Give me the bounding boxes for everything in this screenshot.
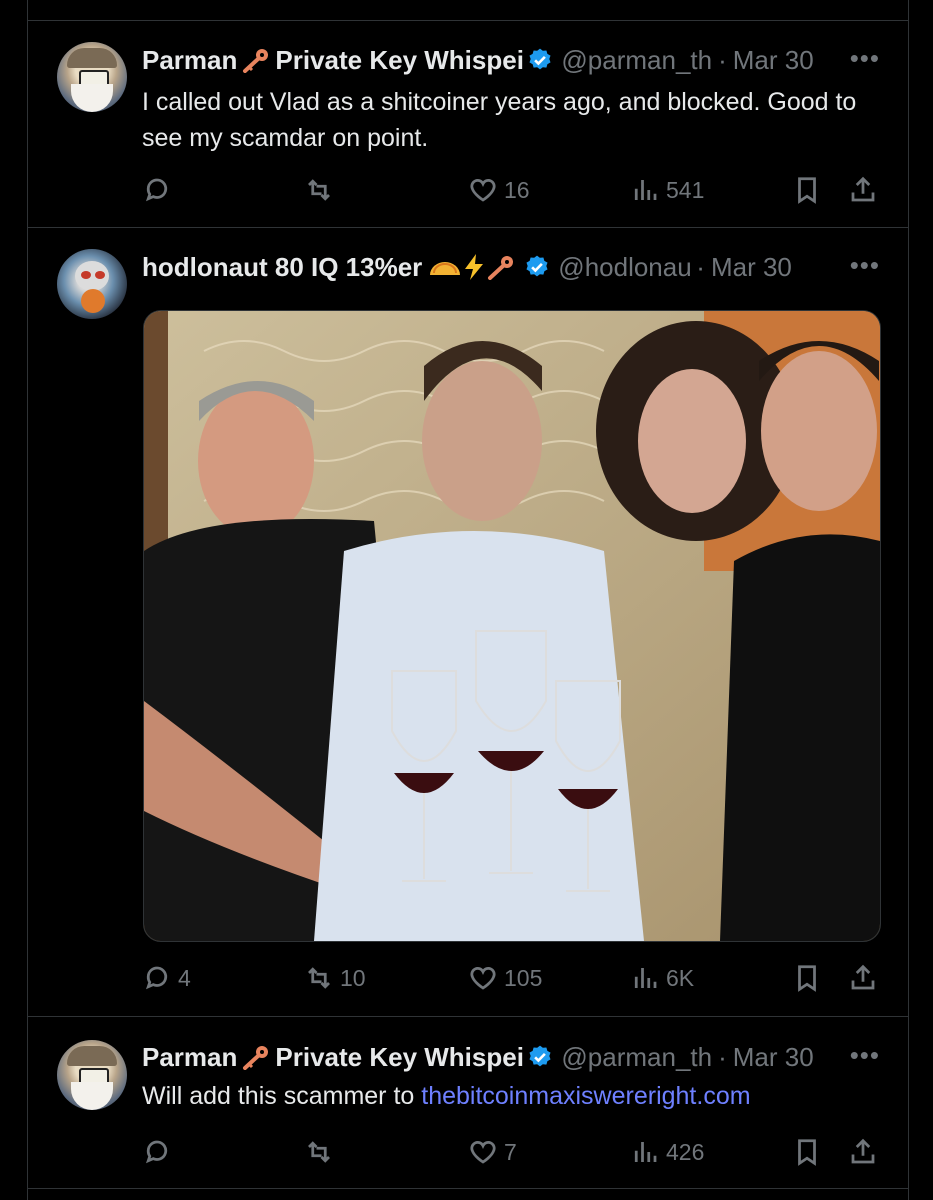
timeline: Parman Private Key Whispei @parman_th · …	[27, 0, 909, 1200]
like-icon	[470, 1141, 496, 1164]
verified-badge-icon	[526, 255, 548, 277]
author-name[interactable]: Parman	[142, 1042, 237, 1073]
author-name[interactable]: hodlonaut 80 IQ 13%er	[142, 252, 422, 283]
avatar-parman[interactable]	[57, 42, 127, 112]
share-button[interactable]	[848, 170, 878, 210]
tweet-header: hodlonaut 80 IQ 13%er @hodlonau · Mar 30…	[142, 250, 880, 284]
tweet-3[interactable]: Parman Private Key Whispei @parman_th · …	[28, 1016, 908, 1188]
author-handle[interactable]: @parman_th	[561, 1042, 712, 1073]
key-icon	[241, 47, 271, 73]
views-icon	[634, 968, 657, 988]
verified-badge-icon	[529, 1045, 551, 1067]
repost-button[interactable]	[304, 170, 340, 210]
share-button[interactable]	[848, 1132, 878, 1172]
bookmark-button[interactable]	[792, 170, 822, 210]
tweet-actions: 7 426	[142, 1132, 880, 1172]
separator-dot: ·	[696, 251, 705, 282]
author-handle[interactable]: @parman_th	[561, 45, 712, 76]
like-icon	[470, 967, 496, 990]
views-icon	[634, 180, 657, 200]
avatar-hodlonaut[interactable]	[57, 249, 127, 319]
reply-count: 4	[178, 964, 191, 991]
lightning-emoji	[465, 254, 484, 280]
like-button[interactable]: 7	[468, 1132, 517, 1172]
tweet-photo[interactable]	[143, 310, 881, 942]
share-icon	[851, 176, 875, 202]
repost-button[interactable]: 10	[304, 958, 366, 998]
verified-badge-icon	[529, 48, 551, 70]
reply-icon	[145, 178, 168, 202]
views-button[interactable]: 541	[630, 170, 704, 210]
like-button[interactable]: 105	[468, 958, 542, 998]
repost-button[interactable]	[304, 1132, 340, 1172]
bookmark-icon	[798, 177, 816, 204]
tweet-actions: 16 541	[142, 170, 880, 210]
more-options-button[interactable]: •••	[850, 250, 880, 281]
tweet-text-prefix: Will add this scammer to	[142, 1082, 422, 1110]
bookmark-button[interactable]	[792, 1132, 822, 1172]
views-count: 541	[666, 176, 705, 203]
like-count: 16	[504, 176, 530, 203]
repost-icon	[308, 179, 330, 201]
repost-icon	[308, 967, 330, 989]
tweet-link[interactable]: thebitcoinmaxiswereright.com	[421, 1082, 750, 1110]
tweet-actions: 4 10 105 6K	[142, 958, 880, 998]
author-name-suffix[interactable]: Private Key Whispei	[275, 45, 523, 76]
separator-dot: ·	[718, 1041, 727, 1072]
reply-button[interactable]	[142, 1132, 178, 1172]
like-count: 105	[504, 964, 543, 991]
photo-image	[144, 311, 880, 941]
author-handle[interactable]: @hodlonau	[558, 252, 690, 283]
repost-icon	[308, 1141, 330, 1163]
separator-dot: ·	[718, 44, 727, 75]
reply-button[interactable]	[142, 170, 178, 210]
tweet-text: Will add this scammer to thebitcoinmaxis…	[142, 1078, 868, 1114]
share-icon	[851, 964, 875, 990]
views-count: 6K	[666, 964, 695, 991]
reply-icon	[145, 1140, 168, 1164]
repost-count: 10	[340, 964, 366, 991]
divider	[28, 1188, 908, 1189]
tweet-text: I called out Vlad as a shitcoiner years …	[142, 88, 857, 152]
tweet-date[interactable]: Mar 30	[733, 45, 814, 76]
reply-button[interactable]: 4	[142, 958, 191, 998]
tweet-header: Parman Private Key Whispei @parman_th · …	[142, 1040, 880, 1074]
author-name-suffix[interactable]: Private Key Whispei	[275, 1042, 523, 1073]
tweet-date[interactable]: Mar 30	[711, 252, 792, 283]
views-button[interactable]: 426	[630, 1132, 704, 1172]
reply-icon	[145, 966, 168, 990]
like-button[interactable]: 16	[468, 170, 530, 210]
views-count: 426	[666, 1138, 705, 1165]
key-icon	[488, 256, 514, 280]
tweet-header: Parman Private Key Whispei @parman_th · …	[142, 43, 880, 77]
tweet-date[interactable]: Mar 30	[733, 1042, 814, 1073]
author-emojis	[428, 253, 516, 281]
views-icon	[634, 1142, 657, 1162]
bookmark-icon	[798, 1139, 816, 1166]
like-icon	[470, 179, 496, 202]
more-options-button[interactable]: •••	[850, 1040, 880, 1071]
bookmark-button[interactable]	[792, 958, 822, 998]
like-count: 7	[504, 1138, 517, 1165]
more-options-button[interactable]: •••	[850, 43, 880, 74]
share-icon	[851, 1138, 875, 1164]
share-button[interactable]	[848, 958, 878, 998]
taco-emoji	[430, 262, 461, 275]
views-button[interactable]: 6K	[630, 958, 694, 998]
avatar-parman[interactable]	[57, 1040, 127, 1110]
key-icon	[241, 1044, 271, 1070]
tweet-1[interactable]: Parman Private Key Whispei @parman_th · …	[28, 20, 908, 227]
bookmark-icon	[798, 965, 816, 992]
author-name[interactable]: Parman	[142, 45, 237, 76]
